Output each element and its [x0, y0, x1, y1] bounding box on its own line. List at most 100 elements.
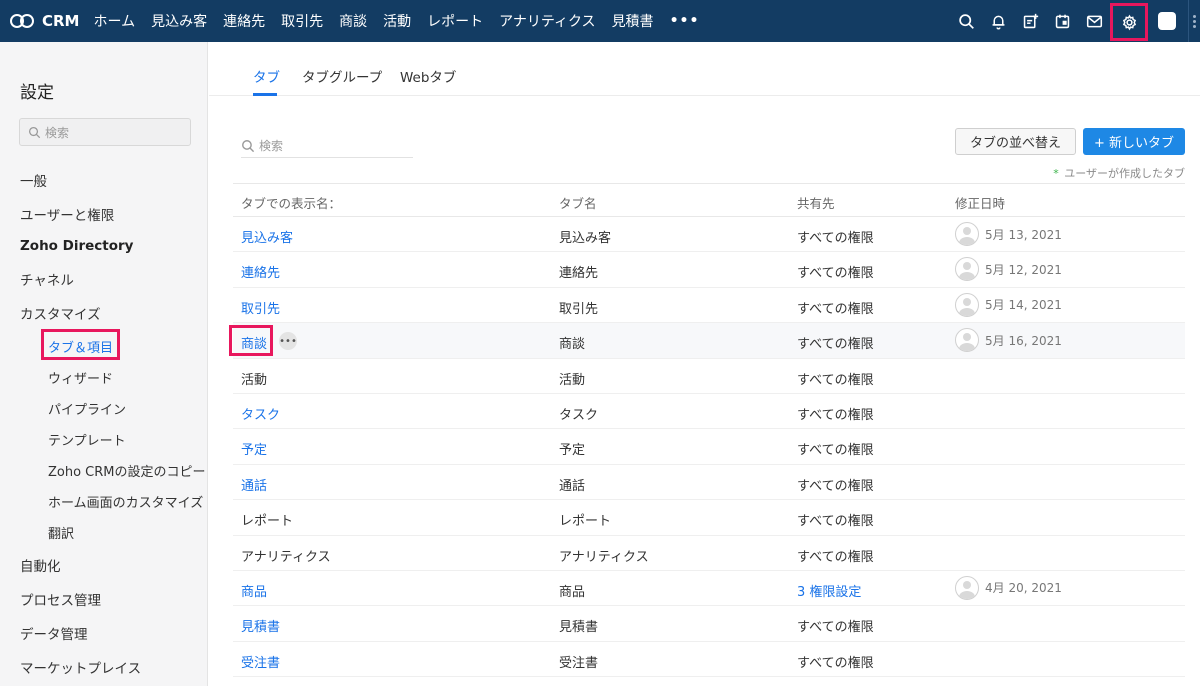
nav-quotes[interactable]: 見積書: [612, 11, 654, 31]
row-shared-link[interactable]: 3 権限設定: [797, 581, 861, 600]
nav-accounts[interactable]: 取引先: [281, 11, 323, 31]
sidebar-item-channels[interactable]: チャネル: [20, 269, 74, 289]
nav-home[interactable]: ホーム: [94, 11, 136, 31]
sidebar-title: 設定: [20, 83, 54, 103]
row-display-name[interactable]: 見積書: [241, 616, 280, 635]
sidebar-item-home-customize[interactable]: ホーム画面のカスタマイズ: [48, 492, 203, 511]
row-display-name[interactable]: 連絡先: [241, 262, 280, 281]
calendar-icon[interactable]: [1046, 0, 1078, 42]
sidebar-item-translation[interactable]: 翻訳: [48, 523, 74, 542]
table-row[interactable]: 活動 活動 すべての権限: [233, 359, 1185, 394]
row-display-name[interactable]: 見込み客: [241, 227, 293, 246]
sidebar-item-marketplace[interactable]: マーケットプレイス: [20, 657, 141, 677]
sidebar-item-tabs-fields[interactable]: タブ＆項目: [48, 337, 113, 356]
sidebar-item-directory[interactable]: Zoho Directory: [20, 238, 133, 254]
nav-contacts[interactable]: 連絡先: [223, 11, 265, 31]
row-shared: すべての権限: [797, 478, 874, 494]
row-modified: 5月 13, 2021: [955, 222, 1062, 246]
sidebar-item-process[interactable]: プロセス管理: [20, 589, 101, 609]
settings-sidebar: 設定 検索 一般 ユーザーと権限 Zoho Directory チャネル カスタ…: [0, 42, 208, 686]
bell-icon[interactable]: [982, 0, 1014, 42]
row-tab-name: アナリティクス: [559, 549, 649, 565]
active-tab-indicator: [253, 93, 277, 96]
row-more-button[interactable]: •••: [279, 332, 297, 351]
tab-search-placeholder: 検索: [259, 139, 284, 153]
row-tab-name: 商品: [559, 584, 586, 600]
add-record-icon[interactable]: [1014, 0, 1046, 42]
table-row[interactable]: 通話 通話 すべての権限: [233, 465, 1185, 501]
table-row[interactable]: 商談 ••• 商談 すべての権限 5月 16, 2021: [229, 323, 1185, 359]
user-avatar: [955, 575, 979, 600]
row-tab-name: タスク: [559, 407, 599, 423]
legend-text: ユーザーが作成したタブ: [1064, 167, 1185, 180]
table-row[interactable]: 取引先 取引先 すべての権限 5月 14, 2021: [233, 288, 1185, 324]
tabs-table: タブでの表示名： タブ名 共有先 修正日時 見込み客 見込み客 すべての権限 5…: [229, 183, 1185, 678]
new-tab-button[interactable]: + 新しいタブ: [1083, 128, 1185, 155]
row-shared: すべての権限: [797, 231, 874, 246]
table-row[interactable]: 商品 商品 3 権限設定 4月 20, 2021: [233, 571, 1185, 607]
sidebar-item-wizard[interactable]: ウィザード: [48, 368, 113, 387]
tab-search-input[interactable]: 検索: [241, 134, 413, 158]
nav-more-button[interactable]: •••: [670, 13, 700, 29]
row-shared: すべての権限: [797, 514, 874, 530]
row-display-name[interactable]: 受注書: [241, 652, 280, 671]
sidebar-item-templates[interactable]: テンプレート: [48, 430, 126, 449]
nav-reports[interactable]: レポート: [427, 11, 483, 31]
sidebar-item-automation[interactable]: 自動化: [20, 555, 61, 575]
mail-icon[interactable]: [1078, 0, 1110, 42]
main-content: タブ タブグループ Webタブ 検索 タブの並べ替え + 新しいタブ * ユーザ…: [209, 42, 1200, 686]
user-avatar: [955, 222, 979, 246]
sort-tabs-button[interactable]: タブの並べ替え: [955, 128, 1076, 155]
row-tab-name: 受注書: [559, 655, 599, 671]
row-modified-date: 5月 13, 2021: [985, 227, 1062, 242]
row-display-name[interactable]: タスク: [241, 404, 280, 423]
avatar[interactable]: [1158, 12, 1176, 30]
row-shared: すべての権限: [797, 372, 874, 388]
tab-tab-groups[interactable]: タブグループ: [302, 66, 382, 86]
row-display-name[interactable]: 予定: [241, 439, 267, 458]
table-row[interactable]: アナリティクス アナリティクス すべての権限: [233, 536, 1185, 571]
row-display-name: 活動: [241, 372, 268, 388]
row-display-name[interactable]: 商品: [241, 581, 267, 600]
gear-icon[interactable]: [1110, 3, 1148, 41]
row-modified-date: 5月 12, 2021: [985, 262, 1062, 277]
crm-logo[interactable]: CRM: [10, 12, 80, 30]
row-tab-name: レポート: [559, 514, 612, 530]
sidebar-item-pipeline[interactable]: パイプライン: [48, 399, 126, 418]
nav-analytics[interactable]: アナリティクス: [499, 11, 595, 31]
sidebar-search-input[interactable]: 検索: [19, 118, 191, 146]
row-shared: すべての権限: [797, 443, 874, 459]
table-row[interactable]: 見積書 見積書 すべての権限: [233, 606, 1185, 642]
row-tab-name: 取引先: [559, 301, 599, 317]
column-header-modified: 修正日時: [955, 196, 1006, 211]
column-header-tab-name: タブ名: [559, 196, 597, 211]
tab-tabs[interactable]: タブ: [253, 66, 280, 86]
table-row[interactable]: 受注書 受注書 すべての権限: [233, 642, 1185, 678]
sidebar-item-users[interactable]: ユーザーと権限: [20, 204, 114, 224]
table-row[interactable]: 予定 予定 すべての権限: [233, 429, 1185, 465]
table-row[interactable]: 見込み客 見込み客 すべての権限 5月 13, 2021: [233, 217, 1185, 253]
row-display-name[interactable]: 商談: [241, 333, 267, 352]
sidebar-item-copy-settings[interactable]: Zoho CRMの設定のコピー: [48, 461, 206, 480]
nav-deals[interactable]: 商談: [339, 11, 367, 31]
row-modified-date: 5月 14, 2021: [985, 298, 1062, 313]
row-display-name[interactable]: 取引先: [241, 298, 280, 317]
table-row[interactable]: レポート レポート すべての権限: [233, 500, 1185, 536]
row-modified: 5月 12, 2021: [955, 257, 1062, 282]
sidebar-item-data[interactable]: データ管理: [20, 623, 88, 643]
grip-handle[interactable]: [1188, 0, 1200, 42]
search-icon[interactable]: [950, 0, 982, 42]
tab-web-tabs[interactable]: Webタブ: [400, 66, 456, 86]
module-nav: ホーム 見込み客 連絡先 取引先 商談 活動 レポート アナリティクス 見積書 …: [94, 11, 700, 31]
row-modified: 5月 16, 2021: [955, 328, 1062, 353]
sidebar-item-general[interactable]: 一般: [20, 170, 47, 190]
row-display-name[interactable]: 通話: [241, 475, 267, 494]
nav-activities[interactable]: 活動: [383, 11, 411, 31]
table-row[interactable]: 連絡先 連絡先 すべての権限 5月 12, 2021: [233, 252, 1185, 288]
table-header: タブでの表示名： タブ名 共有先 修正日時: [233, 183, 1185, 217]
user-avatar: [955, 328, 979, 353]
table-row[interactable]: タスク タスク すべての権限: [233, 394, 1185, 430]
nav-leads[interactable]: 見込み客: [151, 11, 207, 31]
row-shared: すべての権限: [797, 407, 874, 423]
sidebar-item-customize[interactable]: カスタマイズ: [20, 303, 101, 323]
